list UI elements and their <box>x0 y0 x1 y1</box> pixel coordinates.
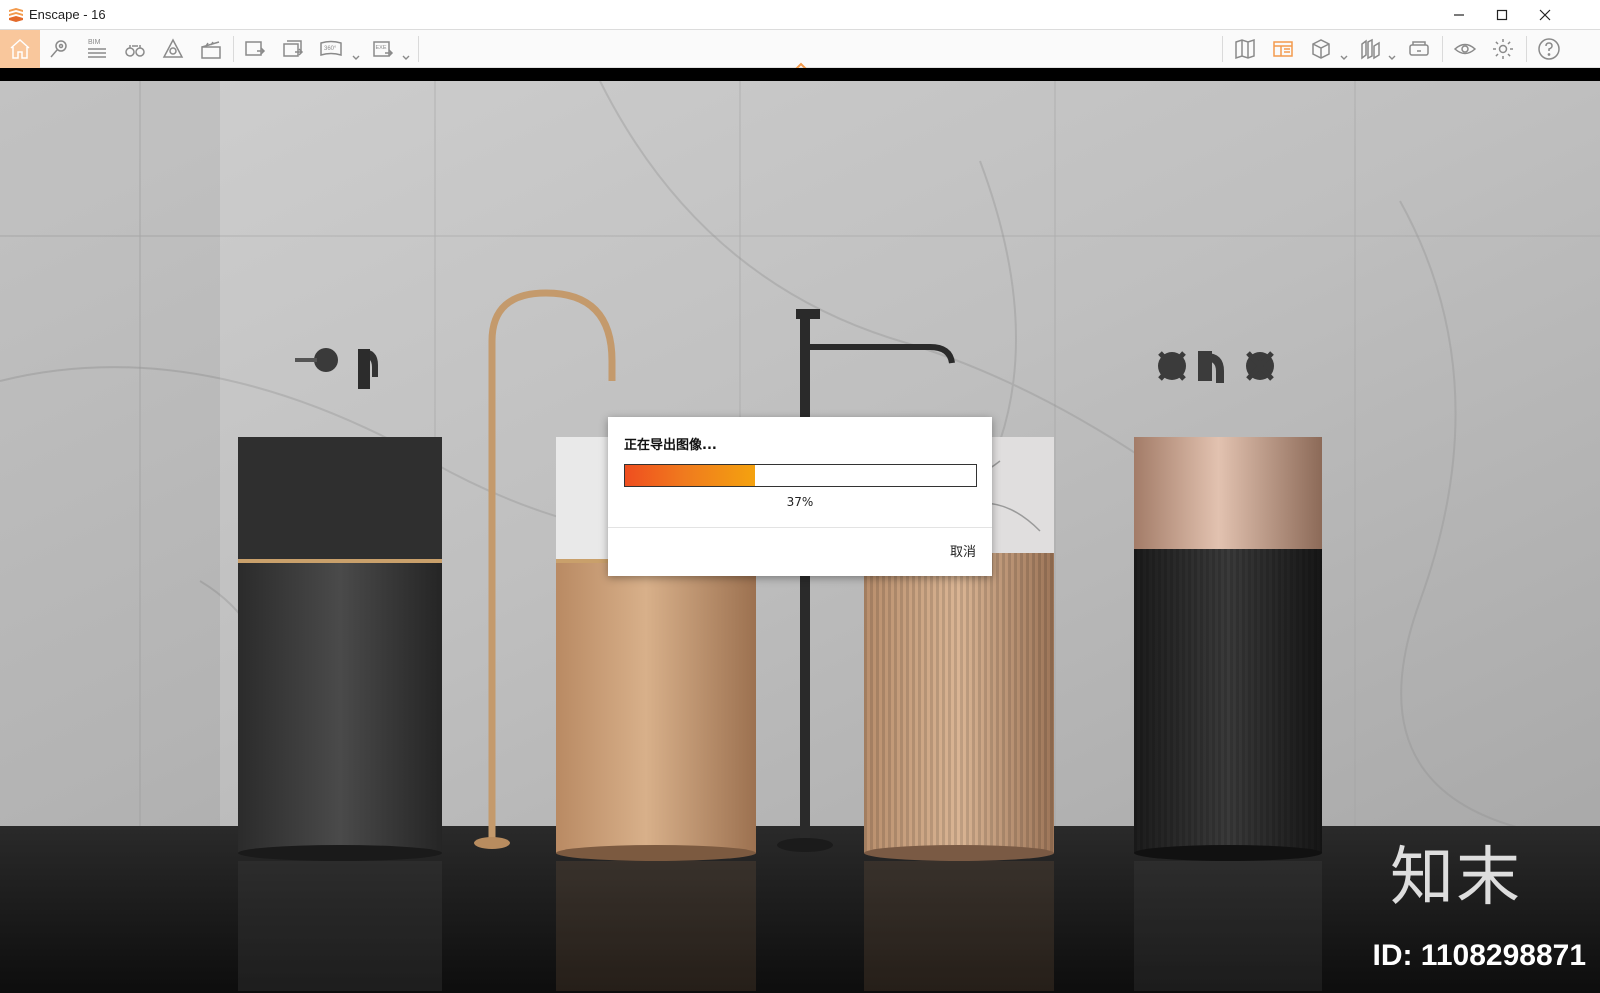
settings-button[interactable] <box>1486 33 1520 65</box>
vr-button[interactable] <box>1402 33 1436 65</box>
toolbar-separator <box>418 36 419 62</box>
viewport-border <box>0 68 1600 81</box>
enscape-logo-icon <box>9 8 23 22</box>
close-button[interactable] <box>1524 0 1566 30</box>
dialog-divider <box>608 527 992 528</box>
bookmark-views-button[interactable] <box>42 33 76 65</box>
bim-button[interactable]: BIM <box>80 33 114 65</box>
watermark-logo: 知末 <box>1390 841 1522 915</box>
dialog-title: 正在导出图像... <box>624 438 717 453</box>
views-manager-button[interactable] <box>1266 33 1300 65</box>
export-standalone-button[interactable]: EXE <box>366 33 400 65</box>
batch-render-button[interactable] <box>276 33 310 65</box>
svg-text:BIM: BIM <box>88 39 101 46</box>
chevron-down-icon <box>1388 55 1396 60</box>
views-icon <box>1273 41 1293 57</box>
walk-mode-button[interactable] <box>118 33 152 65</box>
eye-icon <box>1453 43 1477 55</box>
chevron-down-icon <box>402 55 410 60</box>
binoculars-icon <box>125 45 145 57</box>
panorama-dropdown[interactable] <box>352 46 360 60</box>
collapse-toolbar-toggle[interactable] <box>793 57 809 71</box>
panorama-360-icon: 360° <box>320 40 342 57</box>
clapperboard-icon <box>201 41 221 59</box>
cancel-button[interactable]: 取消 <box>950 541 976 560</box>
video-editor-button[interactable] <box>194 33 228 65</box>
atlas-button[interactable] <box>1354 33 1388 65</box>
visual-settings-button[interactable] <box>1448 33 1482 65</box>
export-exe-icon: EXE <box>373 41 394 57</box>
close-icon <box>1539 9 1551 21</box>
object-button[interactable] <box>1304 33 1338 65</box>
help-button[interactable] <box>1532 33 1566 65</box>
minimize-icon <box>1454 14 1464 16</box>
bim-icon: BIM <box>88 39 106 58</box>
screenshot-icon <box>245 41 266 56</box>
export-dropdown[interactable] <box>402 46 410 60</box>
map-pin-icon <box>50 40 67 58</box>
minimize-button[interactable] <box>1438 0 1480 30</box>
help-icon <box>1538 38 1560 60</box>
chevron-down-icon <box>352 55 360 60</box>
cube-icon <box>1312 39 1330 59</box>
map-button[interactable] <box>1228 33 1262 65</box>
toolbar-separator <box>233 36 234 62</box>
toolbar-separator <box>1222 36 1223 62</box>
home-button[interactable] <box>0 30 40 68</box>
vr-headset-icon <box>1409 41 1429 56</box>
svg-text:360°: 360° <box>324 46 337 52</box>
progress-fill <box>625 465 755 486</box>
title-bar: Enscape - 16 <box>0 0 1600 30</box>
watermark-id: ID: 1108298871 <box>1372 939 1586 972</box>
gear-icon <box>1493 39 1513 59</box>
assets-icon <box>162 38 184 58</box>
batch-render-icon <box>283 40 304 57</box>
render-image-button[interactable] <box>238 33 272 65</box>
toolbar-separator <box>1526 36 1527 62</box>
map-icon <box>1235 38 1255 60</box>
object-dropdown[interactable] <box>1340 46 1348 60</box>
atlas-dropdown[interactable] <box>1388 46 1396 60</box>
chevron-down-icon <box>1340 55 1348 60</box>
asset-library-button[interactable] <box>156 33 190 65</box>
export-progress-bar <box>624 464 977 487</box>
svg-text:EXE: EXE <box>376 45 387 51</box>
maximize-icon <box>1496 9 1508 21</box>
progress-percent: 37% <box>786 495 814 509</box>
window-title: Enscape - 16 <box>29 7 106 22</box>
atlas-icon <box>1361 38 1380 60</box>
panorama-button[interactable]: 360° <box>314 33 348 65</box>
toolbar-separator <box>1442 36 1443 62</box>
home-icon <box>10 38 30 59</box>
maximize-button[interactable] <box>1481 0 1523 30</box>
export-progress-dialog: 正在导出图像... 37% 取消 <box>608 417 992 576</box>
